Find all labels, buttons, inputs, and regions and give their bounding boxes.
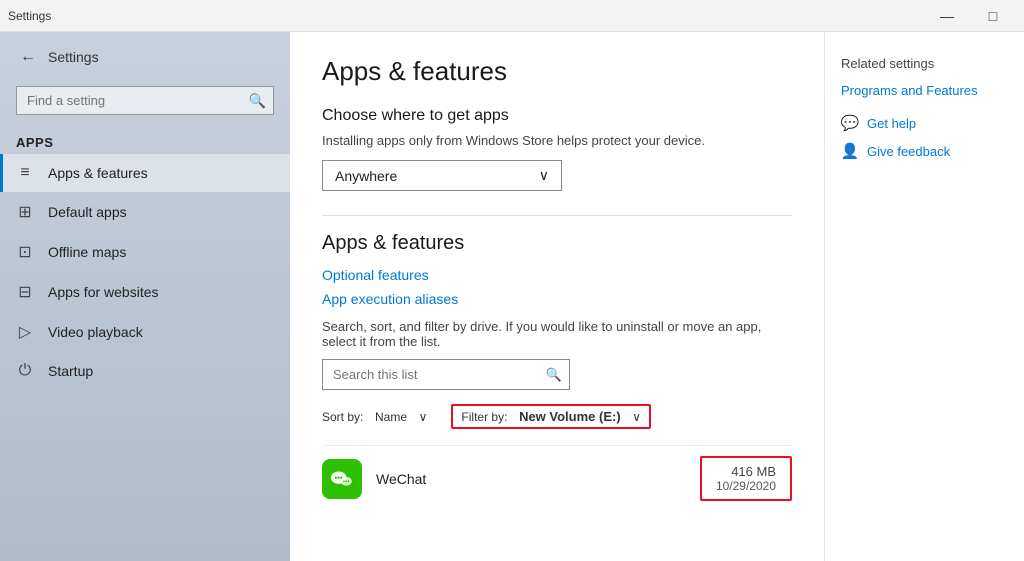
wechat-icon bbox=[322, 459, 362, 499]
programs-features-link[interactable]: Programs and Features bbox=[841, 83, 1008, 98]
app-date-wechat: 10/29/2020 bbox=[716, 479, 776, 493]
apps-features-section-title: Apps & features bbox=[322, 232, 792, 255]
wechat-svg bbox=[328, 465, 356, 493]
sort-arrow-icon: ∨ bbox=[419, 410, 428, 424]
titlebar-title: Settings bbox=[8, 9, 51, 23]
filter-arrow-icon: ∨ bbox=[632, 410, 641, 424]
search-box: 🔍 bbox=[16, 86, 274, 115]
sort-dropdown[interactable]: Sort by: Name ∨ bbox=[322, 409, 427, 424]
default-apps-icon: ⊞ bbox=[16, 202, 34, 222]
sidebar-item-offline-maps[interactable]: ⊡ Offline maps bbox=[0, 232, 290, 272]
sort-label: Sort by: bbox=[322, 410, 363, 424]
app-icon-wechat bbox=[322, 459, 362, 499]
back-button[interactable]: ← bbox=[16, 44, 40, 70]
sidebar-header: ← Settings bbox=[0, 32, 290, 82]
section-divider bbox=[322, 215, 792, 216]
sidebar-item-apps-websites[interactable]: ⊟ Apps for websites bbox=[0, 272, 290, 312]
sidebar-item-startup-label: Startup bbox=[48, 363, 93, 379]
page-title: Apps & features bbox=[322, 56, 792, 87]
sidebar-item-default-apps-label: Default apps bbox=[48, 204, 127, 220]
give-feedback-label: Give feedback bbox=[867, 144, 950, 159]
sidebar-item-video-playback-label: Video playback bbox=[48, 324, 143, 340]
offline-maps-icon: ⊡ bbox=[16, 242, 34, 262]
sidebar-item-apps-features-label: Apps & features bbox=[48, 165, 148, 181]
get-help-label: Get help bbox=[867, 116, 916, 131]
optional-features-link[interactable]: Optional features bbox=[322, 267, 792, 283]
apps-section-label: Apps bbox=[0, 127, 290, 154]
anywhere-dropdown[interactable]: Anywhere ∨ bbox=[322, 160, 562, 191]
app-size-wechat: 416 MB bbox=[716, 464, 776, 479]
related-settings-label: Related settings bbox=[841, 56, 1008, 71]
sort-filter-row: Sort by: Name ∨ Filter by: New Volume (E… bbox=[322, 404, 792, 429]
anywhere-value: Anywhere bbox=[335, 168, 397, 184]
sidebar-settings-label: Settings bbox=[48, 49, 99, 65]
choose-description: Installing apps only from Windows Store … bbox=[322, 133, 792, 148]
minimize-button[interactable]: — bbox=[924, 0, 970, 32]
sidebar-item-apps-websites-label: Apps for websites bbox=[48, 284, 159, 300]
get-help-item[interactable]: 💬 Get help bbox=[841, 114, 1008, 132]
apps-websites-icon: ⊟ bbox=[16, 282, 34, 302]
filter-description: Search, sort, and filter by drive. If yo… bbox=[322, 319, 792, 349]
app-name-wechat: WeChat bbox=[376, 471, 686, 487]
right-panel: Related settings Programs and Features 💬… bbox=[824, 32, 1024, 561]
find-setting-input[interactable] bbox=[16, 86, 274, 115]
sidebar: ← Settings 🔍 Apps ≡ Apps & features ⊞ De… bbox=[0, 32, 290, 561]
apps-features-icon: ≡ bbox=[16, 164, 34, 182]
main-layout: ← Settings 🔍 Apps ≡ Apps & features ⊞ De… bbox=[0, 32, 1024, 561]
search-list-input[interactable] bbox=[322, 359, 570, 390]
sort-value: Name bbox=[375, 410, 407, 424]
titlebar-left: Settings bbox=[8, 9, 51, 23]
get-help-icon: 💬 bbox=[841, 114, 859, 132]
search-list-icon: 🔍 bbox=[546, 367, 562, 383]
titlebar-controls: — □ bbox=[924, 0, 1016, 32]
content-area: Apps & features Choose where to get apps… bbox=[290, 32, 824, 561]
dropdown-arrow-icon: ∨ bbox=[539, 167, 549, 184]
app-meta-wechat: 416 MB 10/29/2020 bbox=[700, 456, 792, 501]
filter-value: New Volume (E:) bbox=[519, 409, 621, 424]
give-feedback-icon: 👤 bbox=[841, 142, 859, 160]
maximize-button[interactable]: □ bbox=[970, 0, 1016, 32]
filter-dropdown[interactable]: Filter by: New Volume (E:) ∨ bbox=[451, 404, 651, 429]
give-feedback-item[interactable]: 👤 Give feedback bbox=[841, 142, 1008, 160]
sidebar-item-startup[interactable]: ⏻ Startup bbox=[0, 352, 290, 390]
sidebar-item-apps-features[interactable]: ≡ Apps & features bbox=[0, 154, 290, 192]
filter-label: Filter by: bbox=[461, 410, 507, 424]
search-list-box: 🔍 bbox=[322, 359, 570, 390]
sidebar-item-video-playback[interactable]: ▷ Video playback bbox=[0, 312, 290, 352]
sidebar-item-offline-maps-label: Offline maps bbox=[48, 244, 126, 260]
titlebar: Settings — □ bbox=[0, 0, 1024, 32]
video-playback-icon: ▷ bbox=[16, 322, 34, 342]
app-item-wechat[interactable]: WeChat 416 MB 10/29/2020 bbox=[322, 445, 792, 511]
sidebar-item-default-apps[interactable]: ⊞ Default apps bbox=[0, 192, 290, 232]
startup-icon: ⏻ bbox=[16, 362, 34, 380]
choose-section-title: Choose where to get apps bbox=[322, 107, 792, 125]
app-execution-link[interactable]: App execution aliases bbox=[322, 291, 792, 307]
search-icon: 🔍 bbox=[249, 92, 266, 109]
